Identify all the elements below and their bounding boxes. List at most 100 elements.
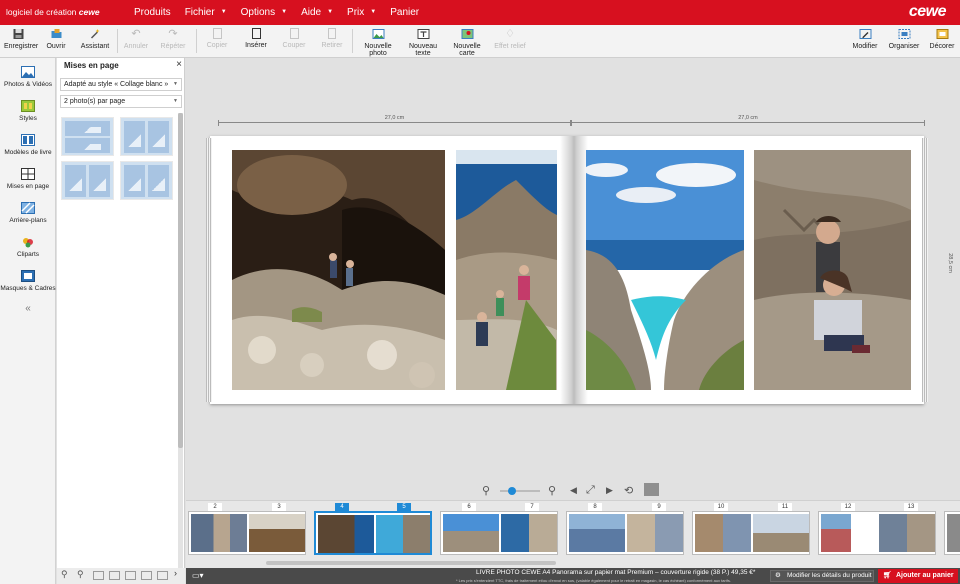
cewe-logo: cewe <box>908 3 947 20</box>
delete-button[interactable]: Retirer <box>318 28 346 49</box>
save-button[interactable]: Enregistrer <box>4 28 38 50</box>
rail-book-models[interactable]: Modèles de livre <box>0 134 56 156</box>
close-panel-button[interactable]: × <box>176 59 182 70</box>
styles-icon <box>21 100 35 112</box>
layout-thumbnail[interactable] <box>120 117 173 156</box>
decorate-icon <box>936 29 948 39</box>
spread-view-icon[interactable] <box>125 571 136 580</box>
menu-fichier[interactable]: Fichier ▼ <box>185 0 235 25</box>
preview-mode-icon[interactable] <box>644 483 659 496</box>
photos-per-page-select[interactable]: 2 photo(s) par page ▼ <box>60 95 182 108</box>
decorate-button[interactable]: Décorer <box>928 28 956 50</box>
zoom-in-icon[interactable]: ⚲ <box>77 569 88 579</box>
list-view-icon[interactable] <box>109 571 120 580</box>
zoom-slider-handle[interactable] <box>508 487 516 495</box>
photo-cave[interactable] <box>232 150 445 390</box>
grid-view-icon[interactable] <box>93 571 104 580</box>
dropdown-arrow-icon: ▼ <box>173 98 178 104</box>
title-bar: logiciel de création cewe Produits Fichi… <box>0 0 960 25</box>
collapse-panel-button[interactable]: « <box>0 303 56 314</box>
redo-icon: ↷ <box>168 28 178 40</box>
magic-wand-icon <box>90 29 99 39</box>
full-view-icon[interactable] <box>157 571 168 580</box>
scrollbar-handle[interactable] <box>178 113 183 448</box>
new-map-button[interactable]: Nouvelle carte <box>446 28 488 57</box>
dropdown-arrow-icon: ▼ <box>173 81 178 87</box>
next-page-icon[interactable]: ▶ <box>606 485 613 496</box>
edit-product-details-button[interactable]: ⚙ Modifier les détails du produit <box>770 570 874 582</box>
page-number: 10 <box>714 503 728 511</box>
map-icon <box>461 29 473 39</box>
layout-thumbnail[interactable] <box>120 161 173 200</box>
panel-footer-toolbar: ⚲ ⚲ › <box>57 568 185 584</box>
zoom-out-icon[interactable]: ⚲ <box>482 484 490 497</box>
page-number: 6 <box>462 503 476 511</box>
organize-button[interactable]: Organiser <box>888 28 920 50</box>
filmstrip-spread[interactable] <box>692 511 810 555</box>
zoom-out-icon[interactable]: ⚲ <box>61 569 72 579</box>
copy-icon <box>212 28 222 39</box>
style-filter-select[interactable]: Adapté au style « Collage blanc » ▼ <box>60 78 182 91</box>
undo-icon: ↶ <box>131 28 141 40</box>
menu-aide[interactable]: Aide ▼ <box>301 0 341 25</box>
page-view-icon[interactable] <box>141 571 152 580</box>
add-to-cart-button[interactable]: 🛒︎ Ajouter au panier <box>878 569 958 583</box>
main-menu: Produits Fichier ▼ Options ▼ Aide ▼ Prix ▼ P… <box>134 0 433 25</box>
new-text-button[interactable]: Nouveau texte <box>402 28 444 57</box>
new-photo-button[interactable]: Nouvelle photo <box>356 28 400 57</box>
page-number: 12 <box>841 503 855 511</box>
status-bar: ▭▾ LIVRE PHOTO CEWE A4 Panorama sur papi… <box>186 568 960 584</box>
previous-page-icon[interactable]: ◀ <box>570 485 577 496</box>
frame-icon <box>21 270 35 282</box>
zoom-in-icon[interactable]: ⚲ <box>548 484 556 497</box>
rail-photos-videos[interactable]: Photos & Vidéos <box>0 66 56 88</box>
zoom-slider[interactable] <box>500 490 540 492</box>
book-spread[interactable] <box>206 136 928 404</box>
relief-effect-button[interactable]: ♢ Effet relief <box>492 28 528 50</box>
undo-button[interactable]: ↶ Annuler <box>122 28 150 50</box>
cut-button[interactable]: Couper <box>280 28 308 49</box>
rotate-icon[interactable]: ⟲ <box>624 484 633 497</box>
fit-screen-icon[interactable]: ⤢ <box>586 484 595 497</box>
insert-button[interactable]: Insérer <box>242 28 270 49</box>
layout-icon <box>21 168 35 180</box>
panel-scrollbar[interactable] <box>178 113 183 568</box>
relief-icon: ♢ <box>505 28 515 40</box>
copy-button[interactable]: Copier <box>203 28 231 49</box>
rail-masks-frames[interactable]: Masques & Cadres <box>0 270 56 292</box>
menu-prix[interactable]: Prix ▼ <box>347 0 384 25</box>
toolbar-divider <box>352 29 353 53</box>
filmstrip-spread[interactable] <box>188 511 306 555</box>
redo-button[interactable]: ↷ Répéter <box>158 28 188 50</box>
filmstrip-scrollbar[interactable] <box>266 561 556 565</box>
page-number: 9 <box>652 503 666 511</box>
photo-hikers[interactable] <box>456 150 557 390</box>
caret-down-icon: ▼ <box>370 9 377 15</box>
open-button[interactable]: Ouvrir <box>42 28 70 50</box>
filmstrip-spread[interactable] <box>566 511 684 555</box>
filmstrip-spread[interactable] <box>944 511 960 555</box>
rail-layouts[interactable]: Mises en page <box>0 168 56 190</box>
assistant-button[interactable]: Assistant <box>80 28 110 50</box>
rail-cliparts[interactable]: Cliparts <box>0 236 56 258</box>
menu-panier[interactable]: Panier <box>390 0 427 25</box>
filmstrip-spread-active[interactable] <box>314 511 432 555</box>
ruler-right-page: 27,0 cm <box>571 115 925 130</box>
filmstrip-spread[interactable] <box>440 511 558 555</box>
rail-backgrounds[interactable]: Arrière-plans <box>0 202 56 224</box>
page-number: 8 <box>588 503 602 511</box>
view-mode-icon[interactable]: ▭▾ <box>192 571 204 580</box>
page-number-active: 5 <box>397 503 411 511</box>
layout-thumbnail[interactable] <box>61 161 114 200</box>
menu-produits[interactable]: Produits <box>134 0 179 25</box>
rail-styles[interactable]: Styles <box>0 100 56 122</box>
filmstrip-spread[interactable] <box>818 511 936 555</box>
chevron-right-icon[interactable]: › <box>174 568 185 578</box>
edit-button[interactable]: Modifier <box>850 28 880 50</box>
photo-lagoon[interactable] <box>586 150 744 390</box>
photo-lagoon-image <box>586 150 744 390</box>
menu-options[interactable]: Options ▼ <box>241 0 295 25</box>
photo-children[interactable] <box>754 150 911 390</box>
layout-thumbnail[interactable] <box>61 117 114 156</box>
zoom-controls: ⚲ ⚲ ◀ ⤢ ▶ ⟲ <box>482 482 672 500</box>
